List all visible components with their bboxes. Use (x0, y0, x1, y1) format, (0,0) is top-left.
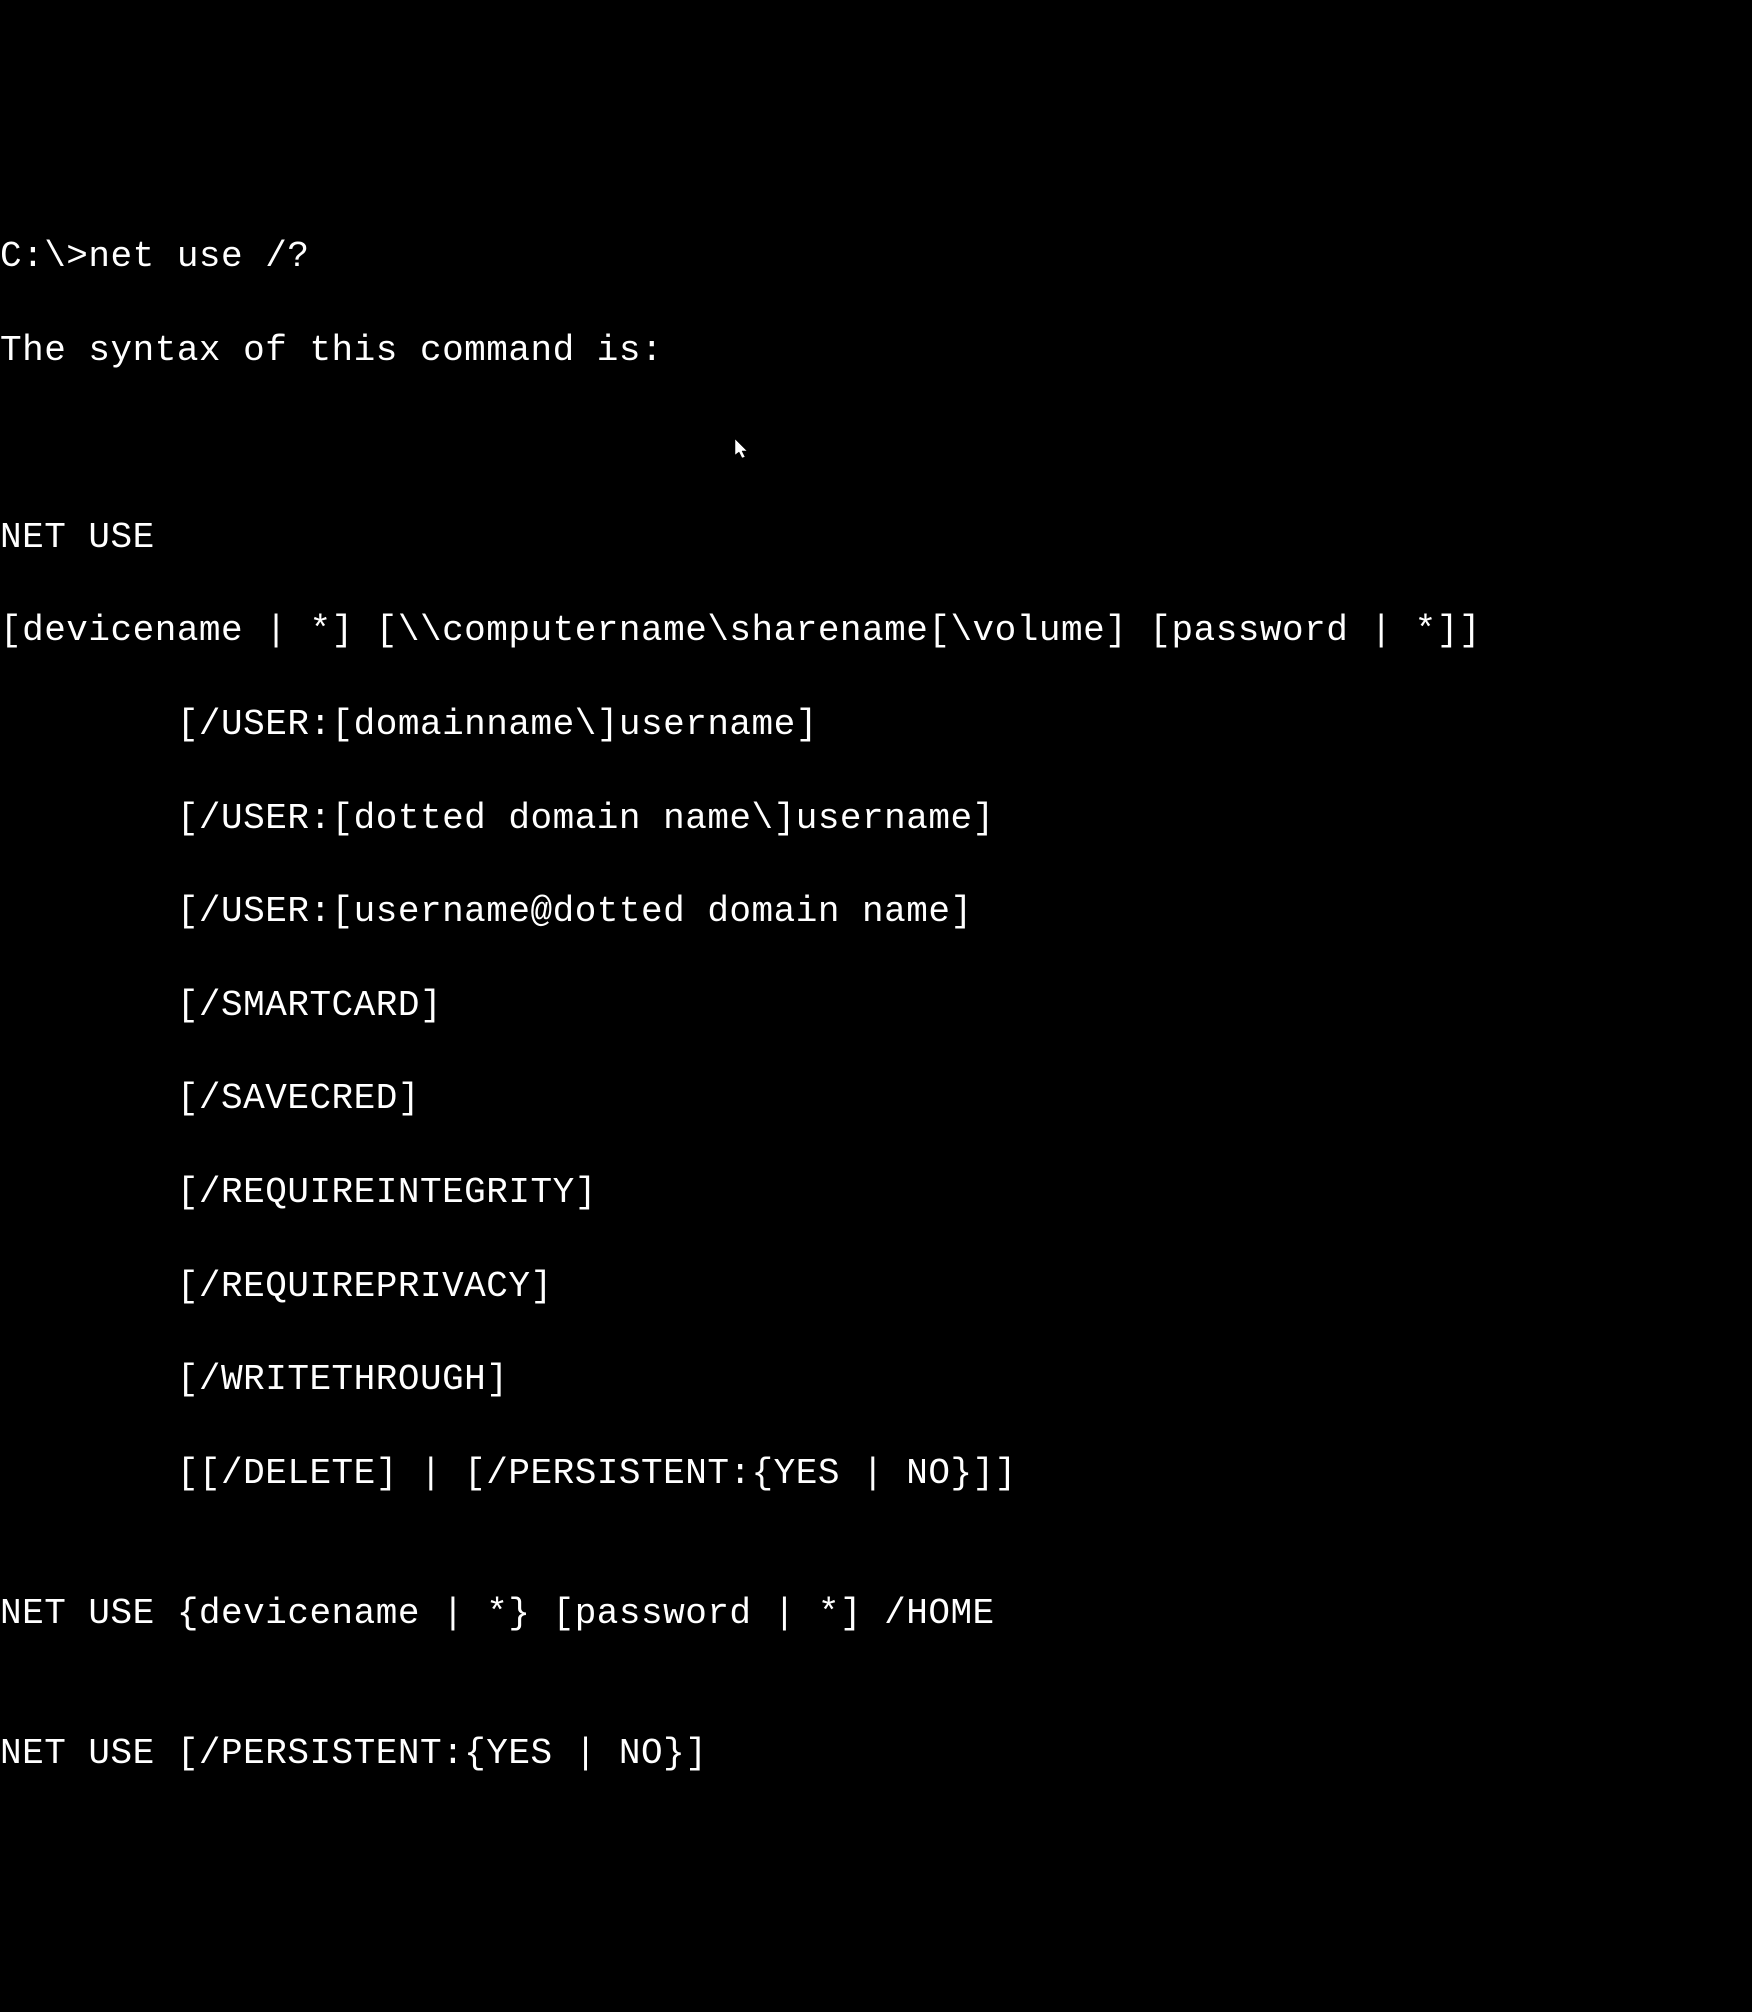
output-line: [/REQUIREPRIVACY] (0, 1264, 1752, 1311)
command-line: C:\>net use /? (0, 234, 1752, 281)
output-line: [/SAVECRED] (0, 1076, 1752, 1123)
output-line: NET USE {devicename | *} [password | *] … (0, 1591, 1752, 1638)
output-line: [/REQUIREINTEGRITY] (0, 1170, 1752, 1217)
terminal-output[interactable]: C:\>net use /? The syntax of this comman… (0, 187, 1752, 1825)
output-line: [/SMARTCARD] (0, 983, 1752, 1030)
output-line: [[/DELETE] | [/PERSISTENT:{YES | NO}]] (0, 1451, 1752, 1498)
output-line: [/USER:[username@dotted domain name] (0, 889, 1752, 936)
output-line: [/USER:[domainname\]username] (0, 702, 1752, 749)
output-line: The syntax of this command is: (0, 328, 1752, 375)
output-line: [/USER:[dotted domain name\]username] (0, 796, 1752, 843)
output-line: NET USE [/PERSISTENT:{YES | NO}] (0, 1731, 1752, 1778)
output-line: NET USE (0, 515, 1752, 562)
output-line: [devicename | *] [\\computername\sharena… (0, 608, 1752, 655)
output-line: [/WRITETHROUGH] (0, 1357, 1752, 1404)
